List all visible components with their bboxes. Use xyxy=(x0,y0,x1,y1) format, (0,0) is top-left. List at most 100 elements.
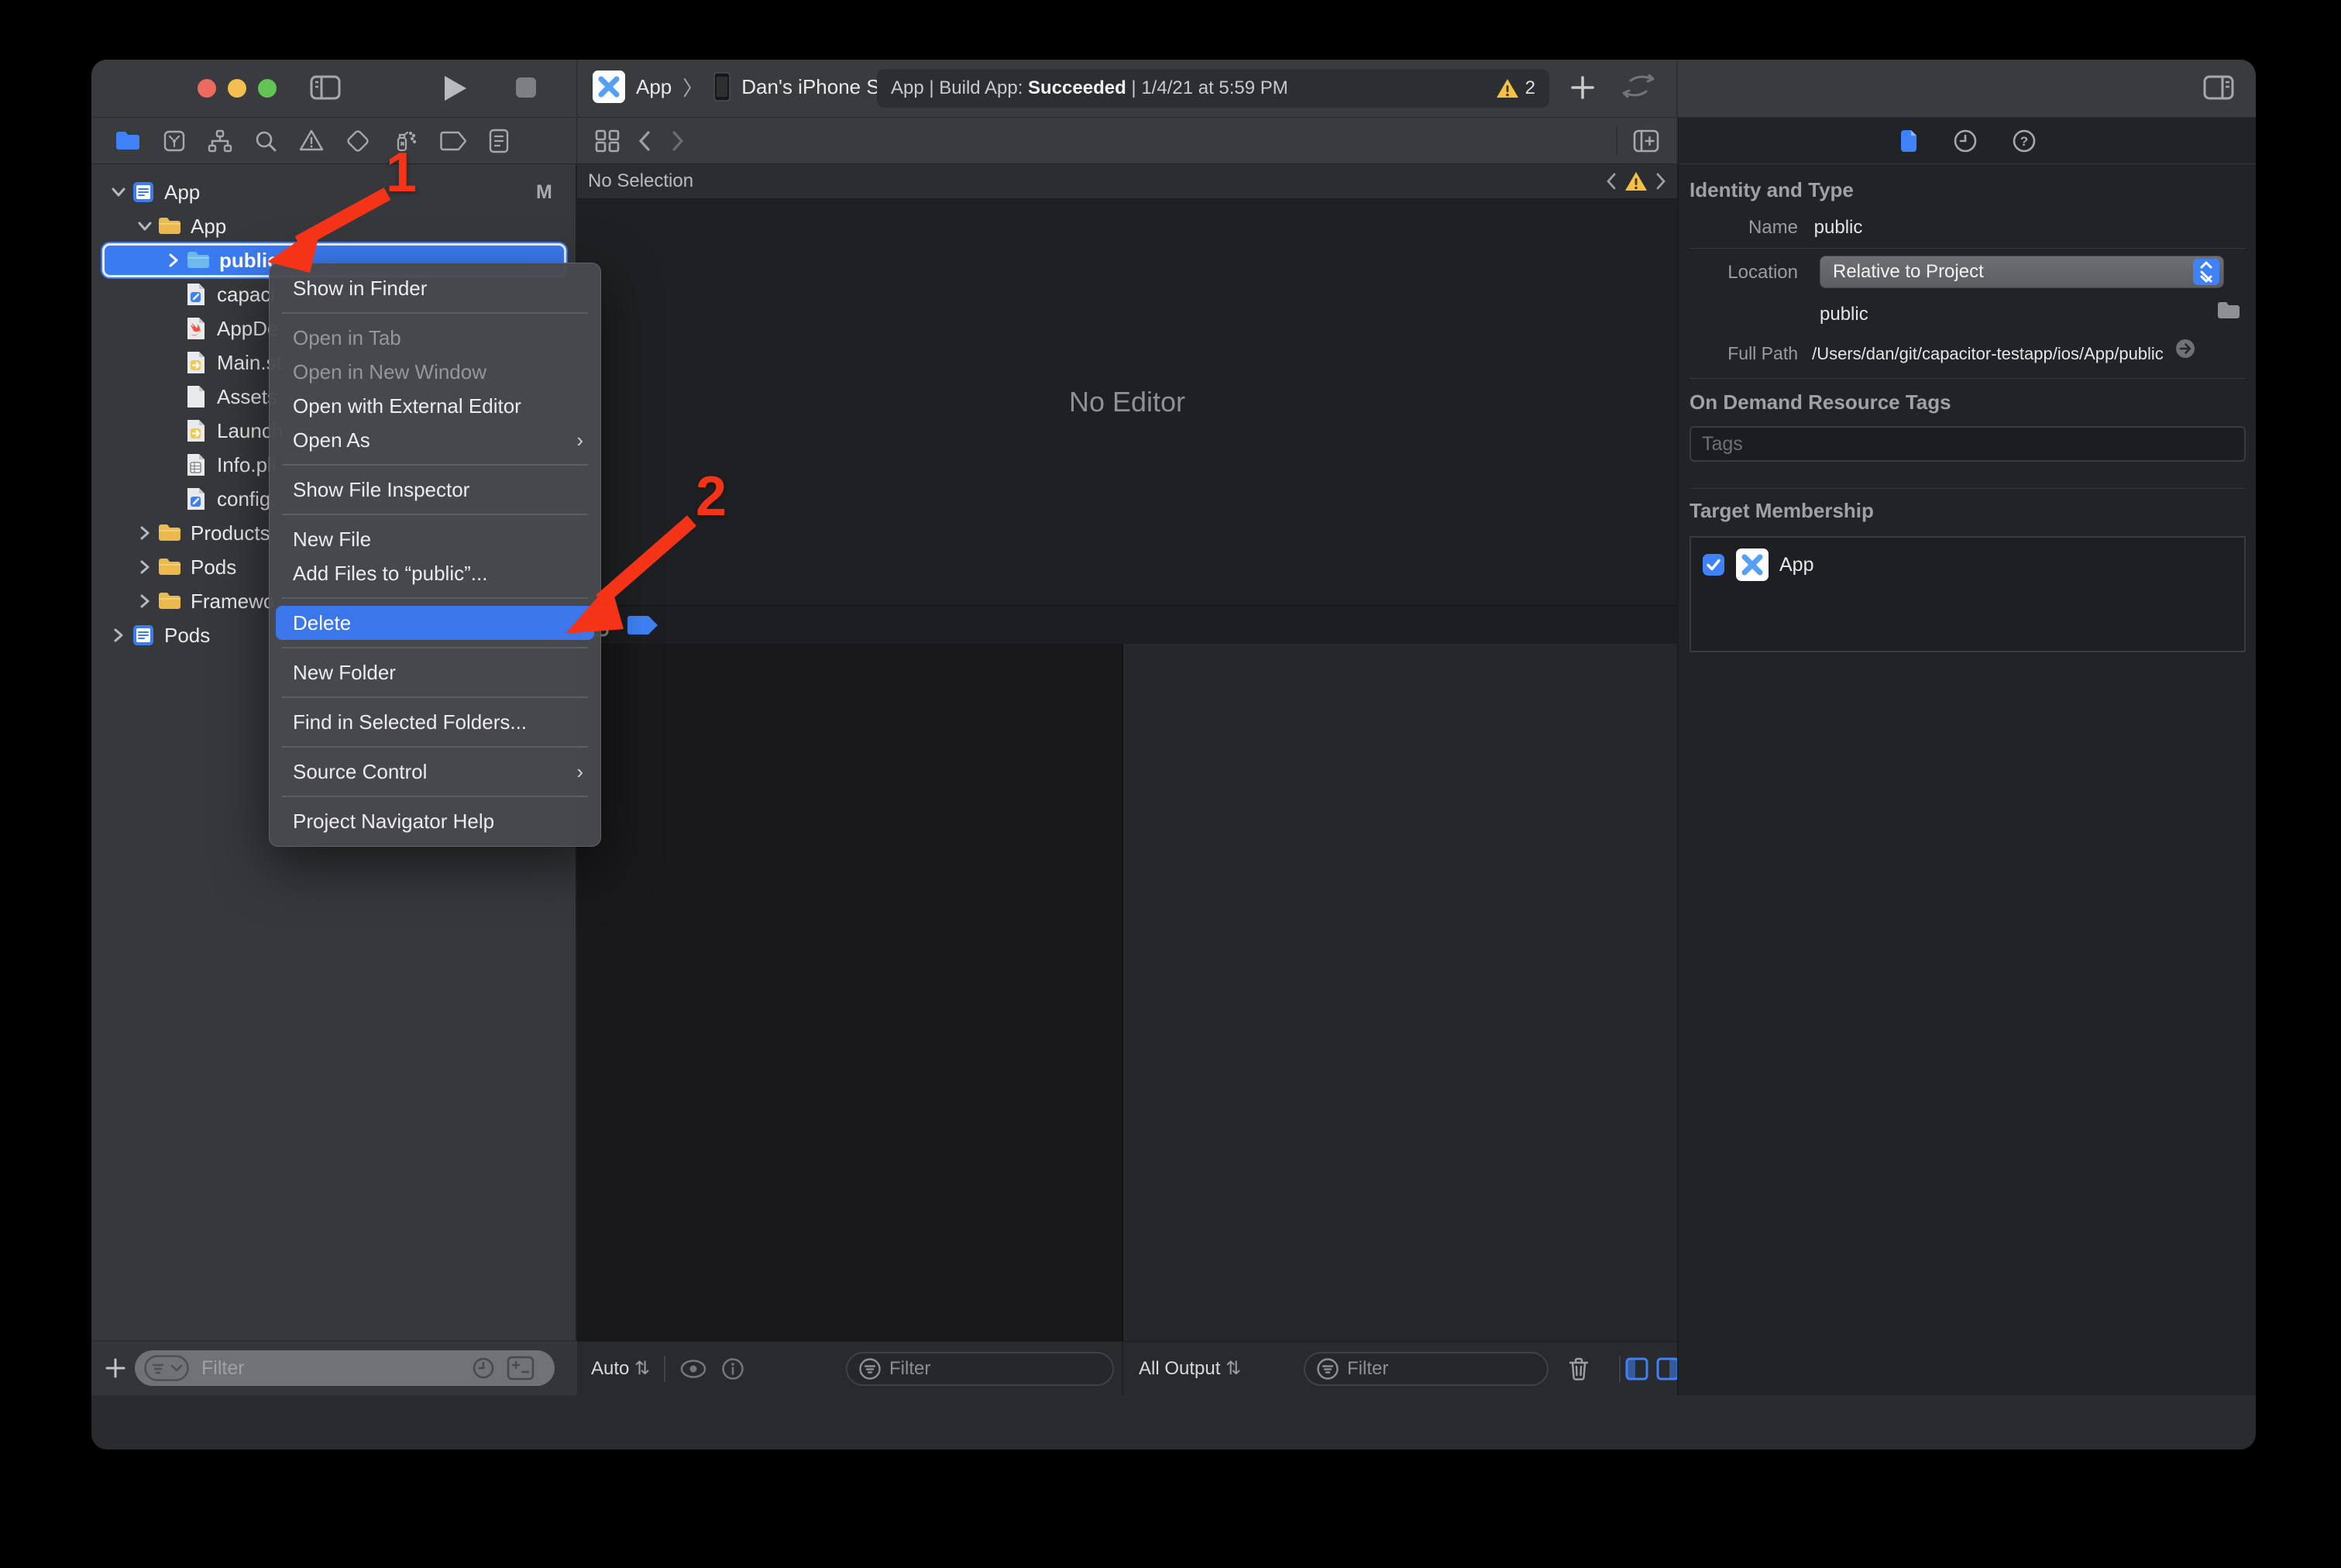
context-menu: Show in FinderOpen in TabOpen in New Win… xyxy=(269,263,601,847)
nav-issues-tab-icon[interactable] xyxy=(299,129,324,152)
window-titlebar: App 〉 Dan's iPhone SE App | Build App: S… xyxy=(91,60,2256,118)
activity-status-bar[interactable]: App | Build App: Succeeded | 1/4/21 at 5… xyxy=(877,69,1549,108)
file-row[interactable]: App xyxy=(102,209,597,243)
variables-view-bar: Auto ⇅ Filter xyxy=(577,1341,1122,1395)
menu-separator xyxy=(282,796,588,797)
folder-icon xyxy=(156,591,183,611)
inspector-panel: ? Identity and Type Name public Location… xyxy=(1677,118,2256,1395)
variables-view[interactable] xyxy=(577,644,1122,1341)
quicklook-icon[interactable] xyxy=(679,1359,707,1379)
name-value[interactable]: public xyxy=(1814,217,1863,238)
forward-icon[interactable] xyxy=(671,131,685,151)
console-scope-popup[interactable]: All Output ⇅ xyxy=(1139,1357,1241,1380)
nav-tests-tab-icon[interactable] xyxy=(345,129,370,153)
print-description-icon[interactable] xyxy=(721,1357,744,1381)
target-membership-row[interactable]: App xyxy=(1691,538,2244,592)
file-label: Framewo xyxy=(191,590,274,614)
menu-item-show-in-finder[interactable]: Show in Finder xyxy=(270,271,600,305)
stop-button[interactable] xyxy=(514,76,538,99)
file-row[interactable]: AppM xyxy=(102,175,571,209)
scheme-name[interactable]: App xyxy=(636,75,672,99)
navigator-filter-field[interactable]: Filter xyxy=(135,1350,555,1386)
add-editor-icon[interactable] xyxy=(1633,129,1659,153)
recent-files-filter-icon[interactable] xyxy=(471,1356,496,1381)
chevron-right-icon[interactable] xyxy=(133,593,156,609)
library-add-icon[interactable] xyxy=(1569,74,1596,101)
issue-warning-icon[interactable] xyxy=(1624,171,1648,192)
chevron-down-icon[interactable] xyxy=(133,221,156,232)
jump-bar[interactable]: No Selection xyxy=(577,164,1677,199)
run-button[interactable] xyxy=(442,74,468,102)
open-path-icon[interactable] xyxy=(2174,338,2196,359)
menu-item-open-with-external-editor[interactable]: Open with External Editor xyxy=(270,389,600,423)
variables-scope-popup[interactable]: Auto ⇅ xyxy=(591,1357,650,1380)
status-warning-badge[interactable]: 2 xyxy=(1496,77,1535,99)
location-dropdown[interactable]: Relative to Project xyxy=(1820,256,2224,288)
console-toggle-icon[interactable] xyxy=(1656,1357,1679,1381)
add-file-icon[interactable] xyxy=(104,1357,127,1380)
quick-help-tab-icon[interactable]: ? xyxy=(2012,129,2037,153)
menu-separator xyxy=(282,746,588,748)
nav-breakpoints-tab-icon[interactable] xyxy=(440,130,466,152)
menu-item-source-control[interactable]: Source Control› xyxy=(270,755,600,789)
xcodeproj-icon xyxy=(130,624,156,647)
tags-input[interactable]: Tags xyxy=(1690,426,2246,462)
history-inspector-tab-icon[interactable] xyxy=(1953,129,1978,153)
no-editor-placeholder: No Editor xyxy=(577,199,1677,605)
choose-folder-icon[interactable] xyxy=(2216,301,2241,321)
nav-sourcecontrol-tab-icon[interactable] xyxy=(163,129,186,153)
variables-toggle-icon[interactable] xyxy=(1625,1357,1648,1381)
target-name: App xyxy=(1779,554,1813,576)
navigator-toggle-icon[interactable] xyxy=(310,74,341,101)
nav-reports-tab-icon[interactable] xyxy=(488,129,510,153)
menu-item-new-folder[interactable]: New Folder xyxy=(270,655,600,689)
name-row: Name public xyxy=(1690,217,2246,239)
filter-icon xyxy=(1316,1357,1339,1381)
menu-separator xyxy=(282,464,588,466)
nav-find-tab-icon[interactable] xyxy=(254,129,277,153)
run-destination[interactable]: Dan's iPhone SE xyxy=(741,75,893,99)
menu-item-open-as[interactable]: Open As› xyxy=(270,423,600,457)
close-window-button[interactable] xyxy=(198,79,216,98)
jump-bar-text: No Selection xyxy=(588,170,693,192)
target-checkbox[interactable] xyxy=(1702,553,1725,576)
chevron-right-icon[interactable] xyxy=(133,559,156,575)
menu-item-find-in-selected-folders[interactable]: Find in Selected Folders... xyxy=(270,705,600,739)
related-items-icon[interactable] xyxy=(595,129,620,153)
nav-project-tab-icon[interactable] xyxy=(115,130,141,152)
menu-item-show-file-inspector[interactable]: Show File Inspector xyxy=(270,473,600,507)
menu-item-project-navigator-help[interactable]: Project Navigator Help xyxy=(270,804,600,838)
file-label: Info.pli xyxy=(217,453,277,477)
nav-symbols-tab-icon[interactable] xyxy=(208,129,232,153)
back-icon[interactable] xyxy=(638,131,651,151)
next-issue-icon[interactable] xyxy=(1655,173,1666,190)
folder-icon xyxy=(156,523,183,543)
location-subvalue: public xyxy=(1820,304,1868,325)
console-filter-field[interactable]: Filter xyxy=(1304,1352,1549,1386)
zoom-window-button[interactable] xyxy=(258,79,277,98)
clear-console-icon[interactable] xyxy=(1568,1357,1590,1381)
file-inspector-tab-icon[interactable] xyxy=(1899,129,1919,153)
chevron-right-icon[interactable] xyxy=(162,253,185,268)
chevron-right-icon[interactable] xyxy=(107,628,130,643)
menu-item-new-file[interactable]: New File xyxy=(270,522,600,556)
scheme-app-icon xyxy=(593,70,625,103)
source-control-filter-icon[interactable] xyxy=(507,1356,535,1381)
doc-config-icon xyxy=(183,282,209,307)
editor-arrows-icon[interactable] xyxy=(1621,74,1655,98)
filter-options-icon[interactable] xyxy=(144,1355,189,1381)
inspector-toggle-icon[interactable] xyxy=(2203,74,2234,101)
scheme-selector[interactable]: App 〉 Dan's iPhone SE xyxy=(593,70,893,103)
target-membership-box: App xyxy=(1690,536,2246,652)
console-view[interactable] xyxy=(1123,644,1677,1341)
breakpoints-toggle-icon[interactable] xyxy=(627,614,659,636)
menu-separator xyxy=(282,597,588,599)
previous-issue-icon[interactable] xyxy=(1606,173,1617,190)
doc-plist-icon xyxy=(183,452,209,477)
menu-item-delete[interactable]: Delete xyxy=(276,606,594,640)
chevron-right-icon[interactable] xyxy=(133,525,156,541)
variables-filter-field[interactable]: Filter xyxy=(846,1352,1114,1386)
chevron-down-icon[interactable] xyxy=(107,187,130,198)
menu-item-add-files-to-public[interactable]: Add Files to “public”... xyxy=(270,556,600,590)
minimize-window-button[interactable] xyxy=(228,79,246,98)
